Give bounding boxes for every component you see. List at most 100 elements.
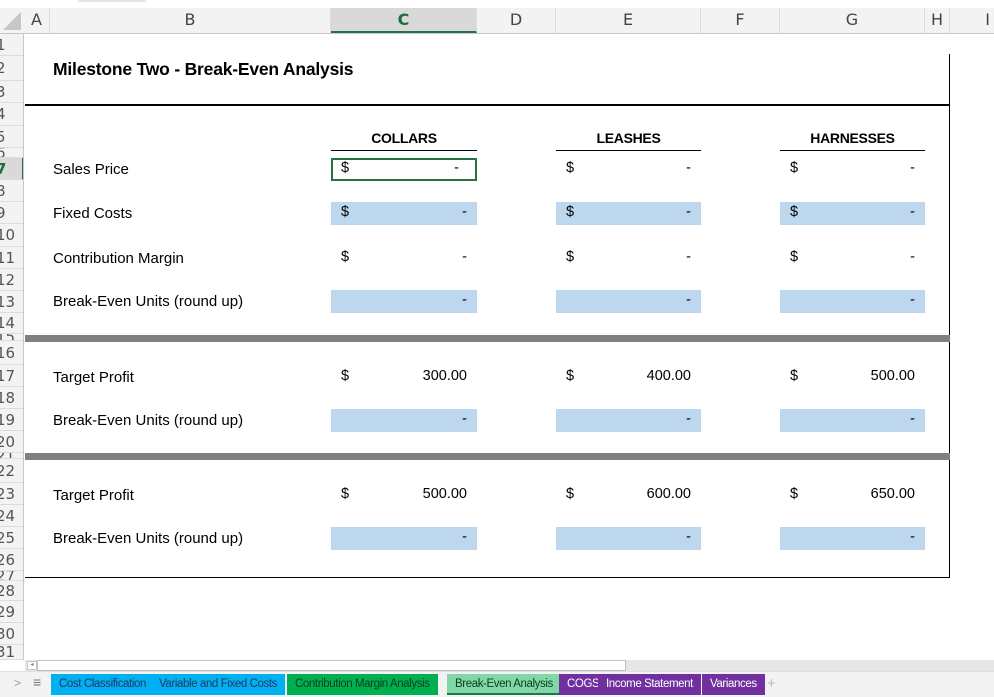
column-title-leashes: LEASHES	[556, 130, 701, 151]
row-header-27[interactable]: 27	[0, 571, 23, 581]
section-divider-2	[25, 453, 950, 460]
row-header-5[interactable]: 5	[0, 126, 23, 148]
row-header-2[interactable]: 2	[0, 56, 23, 81]
row-header-9[interactable]: 9	[0, 202, 23, 224]
row-header-25[interactable]: 25	[0, 527, 23, 549]
currency-symbol: $	[790, 249, 799, 265]
row-header-6[interactable]: 6	[0, 148, 23, 158]
cell-collars[interactable]: -	[331, 409, 477, 432]
cell-value: 300.00	[422, 368, 467, 384]
cell-value: -	[910, 204, 915, 220]
row-label: Contribution Margin	[53, 250, 184, 267]
column-header-g[interactable]: G	[780, 8, 925, 33]
cell-leashes[interactable]: $ -	[556, 247, 701, 270]
row-header-20[interactable]: 20	[0, 431, 23, 453]
cell-value: 650.00	[870, 486, 915, 502]
row-header-31[interactable]: 31	[0, 645, 23, 660]
sheet-tab-cost-classification[interactable]: Cost Classification	[51, 674, 154, 695]
cell-collars[interactable]: -	[331, 290, 477, 313]
scrollbar-thumb[interactable]	[37, 660, 626, 671]
column-header-d[interactable]: D	[477, 8, 556, 33]
cell-leashes[interactable]: $ -	[556, 202, 701, 225]
next-sheet-icon[interactable]: >	[14, 676, 21, 690]
column-header-f[interactable]: F	[701, 8, 780, 33]
row-header-11[interactable]: 11	[0, 247, 23, 269]
cell-collars[interactable]: $ -	[331, 202, 477, 225]
column-header-e[interactable]: E	[556, 8, 701, 33]
add-sheet-icon[interactable]: +	[767, 675, 776, 692]
cell-leashes[interactable]: $400.00	[556, 366, 701, 389]
cell-harnesses[interactable]: $ -	[780, 247, 925, 270]
row-header-12[interactable]: 12	[0, 269, 23, 291]
sheet-tab-income-statement[interactable]: Income Statement	[598, 674, 701, 695]
worksheet-grid[interactable]: Milestone Two - Break-Even Analysis COLL…	[25, 34, 994, 660]
cell-leashes[interactable]: $600.00	[556, 484, 701, 507]
cell-harnesses[interactable]: $500.00	[780, 366, 925, 389]
sheet-list-menu-icon[interactable]: ≡	[33, 674, 41, 690]
row-header-22[interactable]: 22	[0, 459, 23, 483]
sheet-tab-contribution-margin-analysis[interactable]: Contribution Margin Analysis	[287, 674, 438, 695]
cell-value: -	[686, 249, 691, 265]
scroll-left-button[interactable]: ◂	[27, 661, 37, 670]
cell-value: 500.00	[870, 368, 915, 384]
row-header-13[interactable]: 13	[0, 291, 23, 313]
row-header-19[interactable]: 19	[0, 409, 23, 431]
row-header-29[interactable]: 29	[0, 601, 23, 623]
sheet-tab-break-even-analysis[interactable]: Break-Even Analysis	[447, 674, 561, 695]
column-header-h[interactable]: H	[925, 8, 950, 33]
row-label: Fixed Costs	[53, 205, 133, 222]
row-header-1[interactable]: 1	[0, 34, 23, 56]
row-header-16[interactable]: 16	[0, 341, 23, 365]
cell-leashes[interactable]: -	[556, 409, 701, 432]
cell-collars[interactable]: $500.00	[331, 484, 477, 507]
column-header-c[interactable]: C	[331, 8, 477, 33]
column-header-a[interactable]: A	[24, 8, 50, 33]
row-header-17[interactable]: 17	[0, 365, 23, 387]
title-divider	[25, 104, 950, 106]
cell-harnesses[interactable]: $650.00	[780, 484, 925, 507]
row-header-14[interactable]: 14	[0, 313, 23, 334]
sheet-tab-variances[interactable]: Variances	[702, 674, 765, 695]
row-header-23[interactable]: 23	[0, 483, 23, 505]
row-header-18[interactable]: 18	[0, 387, 23, 409]
row-header-28[interactable]: 28	[0, 581, 23, 601]
row-header-30[interactable]: 30	[0, 623, 23, 645]
currency-symbol: $	[566, 368, 575, 384]
sheet-tab-bar: > ≡ Cost Classification Variable and Fixe…	[0, 671, 994, 697]
currency-symbol: $	[566, 204, 575, 220]
row-header-4[interactable]: 4	[0, 103, 23, 126]
select-all-button[interactable]	[0, 8, 24, 33]
cell-value: -	[910, 160, 915, 176]
cell-collars[interactable]: $ -	[331, 247, 477, 270]
row-label: Break-Even Units (round up)	[53, 530, 244, 547]
row-header-24[interactable]: 24	[0, 505, 23, 527]
currency-symbol: $	[566, 249, 575, 265]
column-header-i[interactable]: I	[950, 8, 994, 33]
cell-leashes[interactable]: -	[556, 290, 701, 313]
cell-leashes[interactable]: -	[556, 527, 701, 550]
cell-collars[interactable]: -	[331, 527, 477, 550]
cell-collars[interactable]: $ -	[331, 158, 477, 181]
cell-harnesses[interactable]: -	[780, 290, 925, 313]
cell-harnesses[interactable]: -	[780, 409, 925, 432]
currency-symbol: $	[566, 486, 575, 502]
cell-value: -	[686, 292, 691, 308]
row-header-26[interactable]: 26	[0, 549, 23, 571]
row-header-7[interactable]: 7	[0, 158, 23, 180]
sheet-tab-variable-and-fixed-costs[interactable]: Variable and Fixed Costs	[151, 674, 286, 695]
cell-value: -	[462, 204, 467, 220]
cell-harnesses[interactable]: $ -	[780, 202, 925, 225]
cell-harnesses[interactable]: $ -	[780, 158, 925, 181]
cell-harnesses[interactable]: -	[780, 527, 925, 550]
row-header-10[interactable]: 10	[0, 224, 23, 247]
cell-leashes[interactable]: $ -	[556, 158, 701, 181]
column-header-b[interactable]: B	[50, 8, 331, 33]
cell-collars[interactable]: $300.00	[331, 366, 477, 389]
cell-value: -	[462, 292, 467, 308]
horizontal-scrollbar[interactable]: ◂	[25, 660, 994, 671]
column-title-harnesses: HARNESSES	[780, 130, 925, 151]
row-header-3[interactable]: 3	[0, 81, 23, 103]
row-header-8[interactable]: 8	[0, 180, 23, 202]
cell-value: -	[910, 249, 915, 265]
row-header-15[interactable]: 15	[0, 334, 23, 341]
